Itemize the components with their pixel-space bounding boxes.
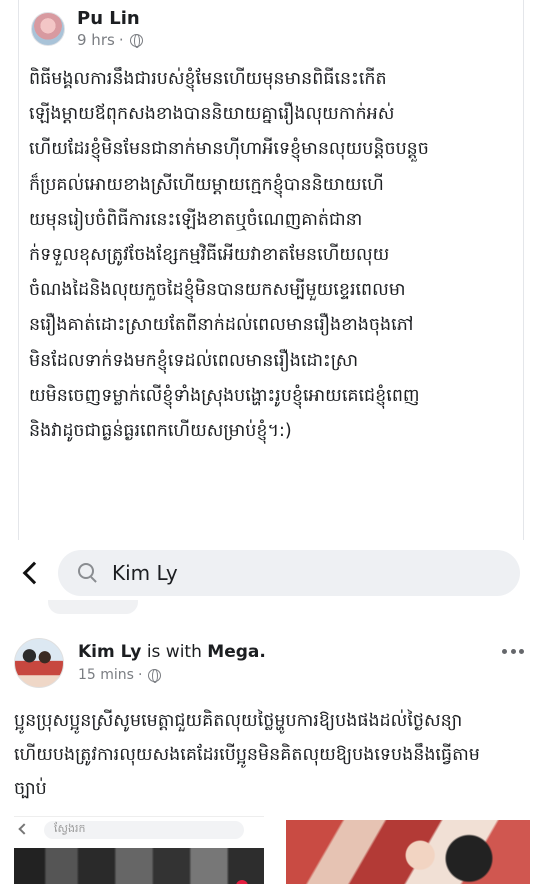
post-meta: 15 mins · (78, 665, 266, 685)
mini-search-input: ស្វែងរក (44, 821, 244, 839)
timestamp[interactable]: 15 mins (78, 665, 134, 685)
post-header: Kim Ly is with Mega. 15 mins · (14, 638, 266, 688)
search-query[interactable]: Kim Ly (112, 561, 178, 585)
more-horizontal-icon[interactable] (502, 646, 524, 656)
chevron-left-icon[interactable] (18, 560, 44, 586)
search-input[interactable]: Kim Ly (58, 550, 520, 596)
post-text-line: ហើយបងត្រូវការលុយសងគេដែរបើប្អូនមិនគិតលុយឱ… (14, 745, 480, 765)
post-text: ប្អូនប្រុសប្អូនស្រីសូមមេត្តាជួយគិតលុយថ្ល… (14, 704, 530, 806)
post-header: Pu Lin 9 hrs · (31, 8, 143, 50)
post-text-line: នរឿងគាត់ដោះស្រាយតែពីនាក់ដល់ពេលមានរឿងខាងច… (29, 315, 414, 336)
timestamp[interactable]: 9 hrs (77, 30, 115, 50)
avatar[interactable] (14, 638, 64, 688)
post-text-line: ហើយដែរខ្ញុំមិនមែនជានាក់មានហ៊ីហាអីទេខ្ញុំ… (29, 139, 429, 160)
search-dropdown-edge (48, 600, 138, 614)
post-text-line: ក៏ប្រគល់អោយខាងស្រីហើយម្តាយក្មេកខ្ញុំបានន… (29, 174, 384, 195)
avatar[interactable] (31, 12, 65, 46)
search-bar: Kim Ly (0, 540, 540, 606)
with-text: is with (146, 642, 202, 662)
post-text: ពិធីមង្គលការនឹងជារបស់ខ្ញុំមែនហើយមុនមានពិ… (29, 62, 519, 449)
post-text-line: ច្បាប់ (14, 779, 47, 799)
author-name[interactable]: Pu Lin (77, 8, 143, 30)
author-line: Kim Ly is with Mega. (78, 641, 266, 663)
meta-separator: · (118, 31, 124, 49)
author-name[interactable]: Kim Ly (78, 642, 141, 662)
post-text-line: ប្អូនប្រុសប្អូនស្រីសូមមេត្តាជួយគិតលុយថ្ល… (14, 711, 463, 731)
attached-photo-left[interactable] (14, 848, 264, 884)
mini-search-placeholder: ស្វែងរក (54, 822, 86, 835)
post-text-line: ពិធីមង្គលការនឹងជារបស់ខ្ញុំមែនហើយមុនមានពិ… (29, 69, 387, 89)
post-text-line: ចំណងដៃនិងលុយកួចដៃខ្ញុំមិនបានយកសម្បីមួយខ្… (29, 280, 406, 301)
post-text-line: ឡើងម្តាយឪពុកសងខាងបាននិយាយគ្នារឿងលុយកាក់អ… (29, 104, 395, 125)
post-card-pu-lin: Pu Lin 9 hrs · ពិធីមង្គលការនឹងជារបស់ខ្ញុ… (18, 0, 524, 540)
post-text-line: និងវាដូចជាធ្ងន់ធ្ងរពេកហើយសម្រាប់ខ្ញុំ។:) (29, 421, 292, 442)
post-text-line: យមិនចេញទម្លាក់លើខ្ញុំទាំងស្រុងបង្ហោះរូបខ… (29, 385, 420, 406)
globe-icon (148, 668, 162, 683)
post-text-line: មិនដែលទាក់ទងមកខ្ញុំទេដល់ពេលមានរឿងដោះស្រា (29, 350, 359, 371)
meta-separator: · (137, 667, 143, 683)
tagged-name[interactable]: Mega. (207, 642, 266, 662)
attached-photo-right[interactable] (286, 820, 530, 884)
globe-icon (129, 33, 143, 48)
post-meta: 9 hrs · (77, 30, 143, 50)
post-text-line: យមុនរៀបចំពិធីការនេះឡើងខាតឬចំណេញគាត់ជានា (29, 209, 363, 230)
post-text-line: ក់ទទួលខុសត្រូវចែងខ្សែកម្មវិធីអើយវាខាតមែន… (29, 245, 390, 266)
chevron-left-icon (18, 823, 30, 835)
search-icon (78, 563, 98, 583)
screenshot-preview-searchbar: ស្វែងរក (14, 816, 264, 842)
